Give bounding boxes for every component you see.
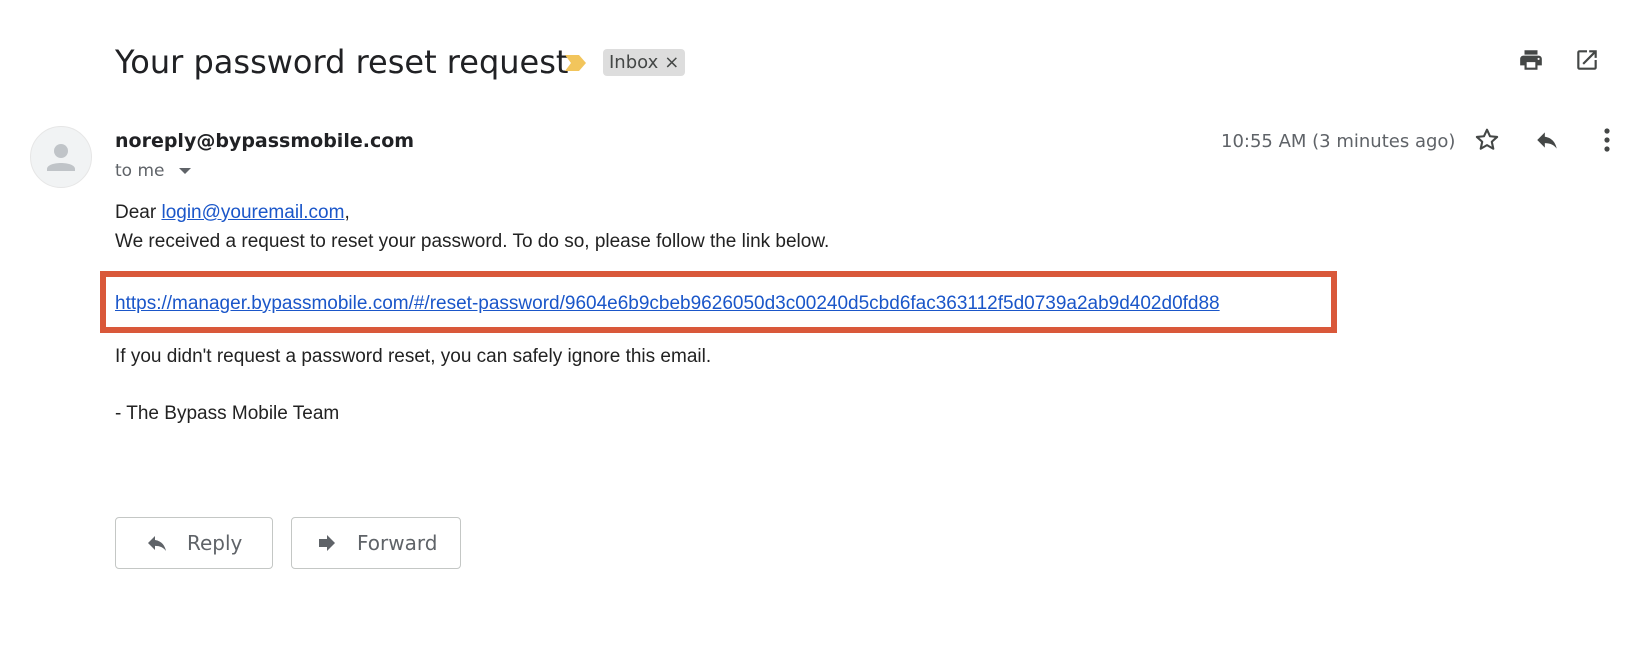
reply-button-label: Reply: [187, 531, 243, 555]
reset-password-link-container: https://manager.bypassmobile.com/#/reset…: [115, 293, 1220, 315]
body-line-request: We received a request to reset your pass…: [115, 231, 830, 252]
label-chip-text: Inbox: [609, 52, 659, 73]
forward-button-label: Forward: [357, 531, 438, 555]
greeting-suffix: ,: [344, 202, 350, 223]
star-icon[interactable]: [1471, 124, 1503, 156]
open-in-new-window-icon[interactable]: [1571, 44, 1603, 76]
label-chip-inbox[interactable]: Inbox ×: [603, 49, 686, 76]
remove-label-button[interactable]: ×: [664, 52, 679, 73]
recipient-details-toggle[interactable]: to me: [115, 161, 191, 181]
sender-address[interactable]: noreply@bypassmobile.com: [115, 130, 414, 152]
importance-marker-icon[interactable]: [563, 52, 589, 74]
more-vert-icon[interactable]: [1591, 124, 1623, 156]
greeting-line: Dear login@youremail.com,: [115, 202, 350, 224]
reply-button[interactable]: Reply: [115, 517, 273, 569]
chevron-down-icon: [178, 168, 191, 174]
body-line-ignore: If you didn't request a password reset, …: [115, 346, 712, 367]
forward-button[interactable]: Forward: [291, 517, 461, 569]
recipient-summary: to me: [115, 161, 165, 181]
reply-icon: [148, 536, 166, 551]
sender-avatar[interactable]: [30, 126, 92, 188]
forward-icon: [319, 535, 335, 551]
email-timestamp: 10:55 AM (3 minutes ago): [1221, 131, 1456, 152]
email-signature: - The Bypass Mobile Team: [115, 403, 340, 424]
greeting-prefix: Dear: [115, 202, 162, 223]
email-subject: Your password reset request: [115, 43, 569, 81]
default-avatar-icon: [47, 144, 75, 171]
reply-icon[interactable]: [1531, 124, 1563, 156]
greeting-email-link[interactable]: login@youremail.com: [161, 202, 344, 223]
print-icon[interactable]: [1515, 44, 1547, 76]
reset-password-link[interactable]: https://manager.bypassmobile.com/#/reset…: [115, 293, 1220, 314]
